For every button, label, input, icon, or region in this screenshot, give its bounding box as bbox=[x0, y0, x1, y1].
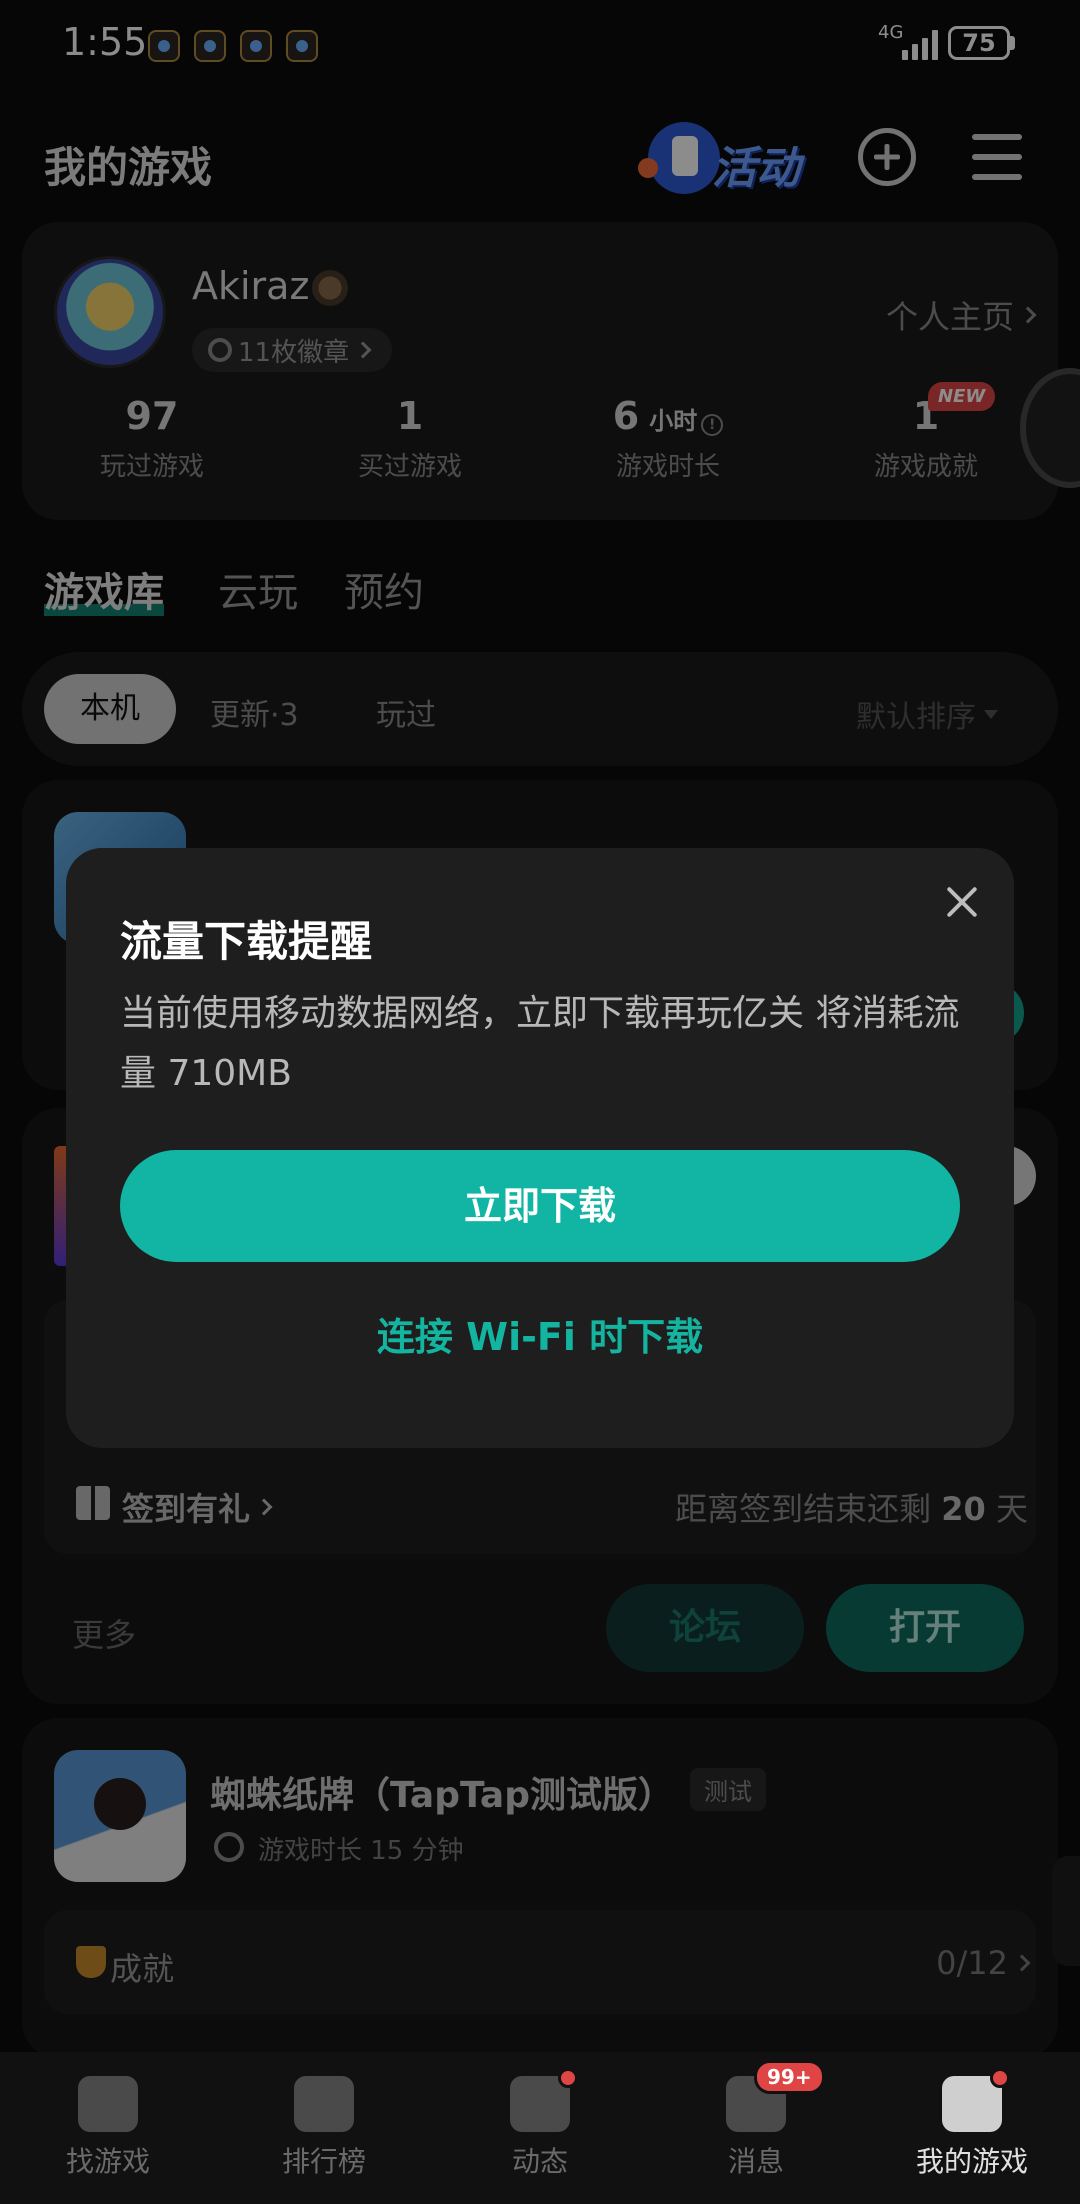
nav-my-games[interactable]: 我的游戏 bbox=[864, 2066, 1080, 2180]
nav-feed[interactable]: 动态 bbox=[432, 2066, 648, 2180]
nav-label: 消息 bbox=[727, 2145, 784, 2178]
nav-find-games[interactable]: 找游戏 bbox=[0, 2066, 216, 2180]
taptap-icon bbox=[78, 2076, 138, 2132]
notification-dot bbox=[558, 2068, 578, 2088]
ranking-icon bbox=[294, 2076, 354, 2132]
nav-messages[interactable]: 99+ 消息 bbox=[648, 2060, 864, 2180]
dialog-message: 当前使用移动数据网络，立即下载再玩亿关 将消耗流量 710MB bbox=[120, 993, 960, 1094]
nav-label: 我的游戏 bbox=[915, 2145, 1028, 2178]
dialog-title: 流量下载提醒 bbox=[120, 917, 373, 966]
message-count-badge: 99+ bbox=[754, 2060, 825, 2094]
nav-label: 找游戏 bbox=[65, 2145, 150, 2178]
gamepad-icon bbox=[942, 2068, 1010, 2132]
notification-dot bbox=[990, 2068, 1010, 2088]
download-now-button[interactable]: 立即下载 bbox=[120, 1150, 960, 1262]
nav-label: 排行榜 bbox=[281, 2145, 366, 2178]
close-icon[interactable] bbox=[944, 884, 980, 920]
download-on-wifi-button[interactable]: 连接 Wi-Fi 时下载 bbox=[120, 1306, 960, 1361]
message-icon: 99+ bbox=[726, 2060, 825, 2132]
nav-rankings[interactable]: 排行榜 bbox=[216, 2066, 432, 2180]
nav-label: 动态 bbox=[511, 2145, 568, 2178]
feed-icon bbox=[510, 2068, 578, 2132]
